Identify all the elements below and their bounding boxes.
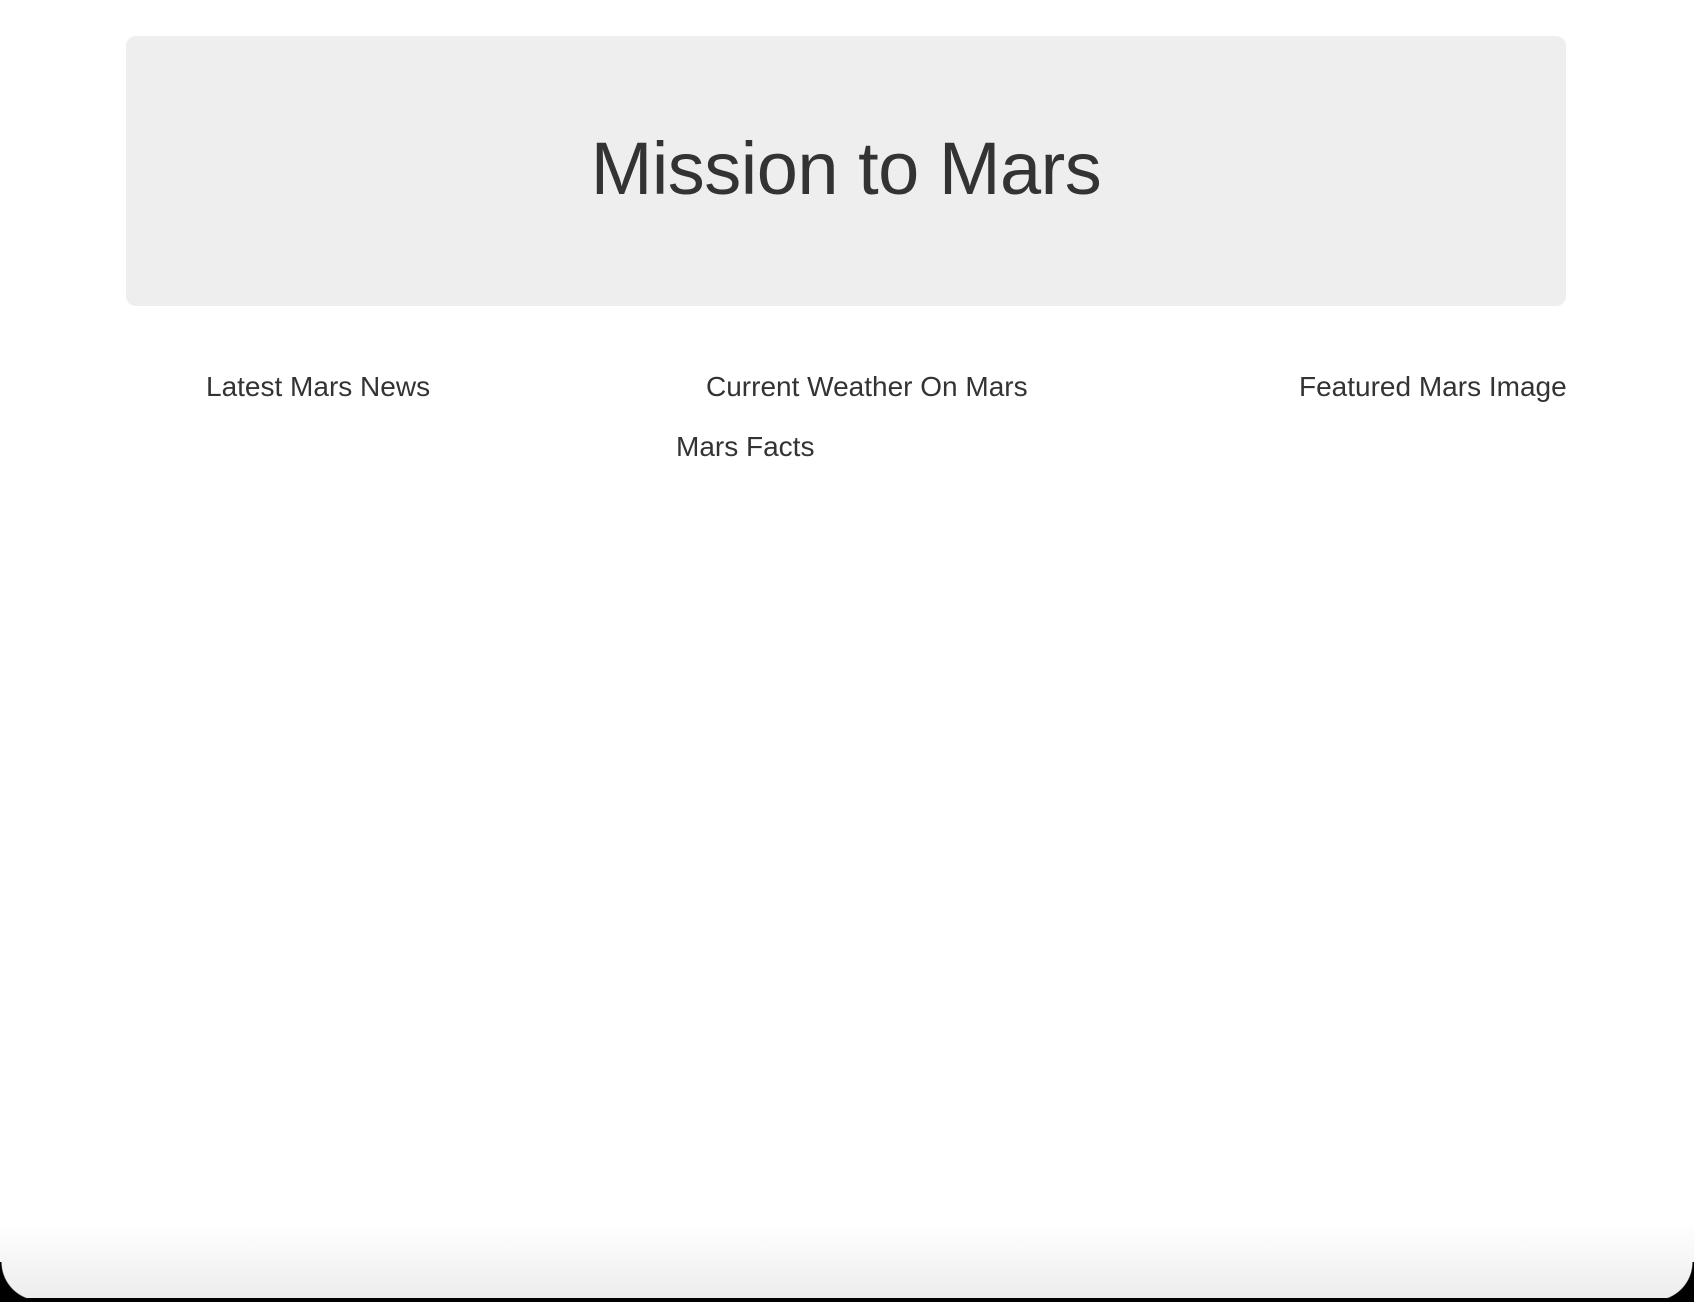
featured-mars-image-heading: Featured Mars Image [1299,371,1567,402]
window-corner-left [0,1262,40,1302]
window-corner-right [1654,1262,1694,1302]
bottom-shadow [0,1222,1694,1302]
header-jumbotron: Mission to Mars [126,36,1566,306]
page-frame: Mission to Mars Latest Mars News Current… [0,0,1694,1302]
current-weather-heading: Current Weather On Mars [706,371,1028,402]
latest-mars-news-heading: Latest Mars News [206,371,431,402]
mars-facts-heading: Mars Facts [676,431,815,462]
window-bottom-edge [0,1298,1694,1302]
page-title: Mission to Mars [590,127,1102,210]
